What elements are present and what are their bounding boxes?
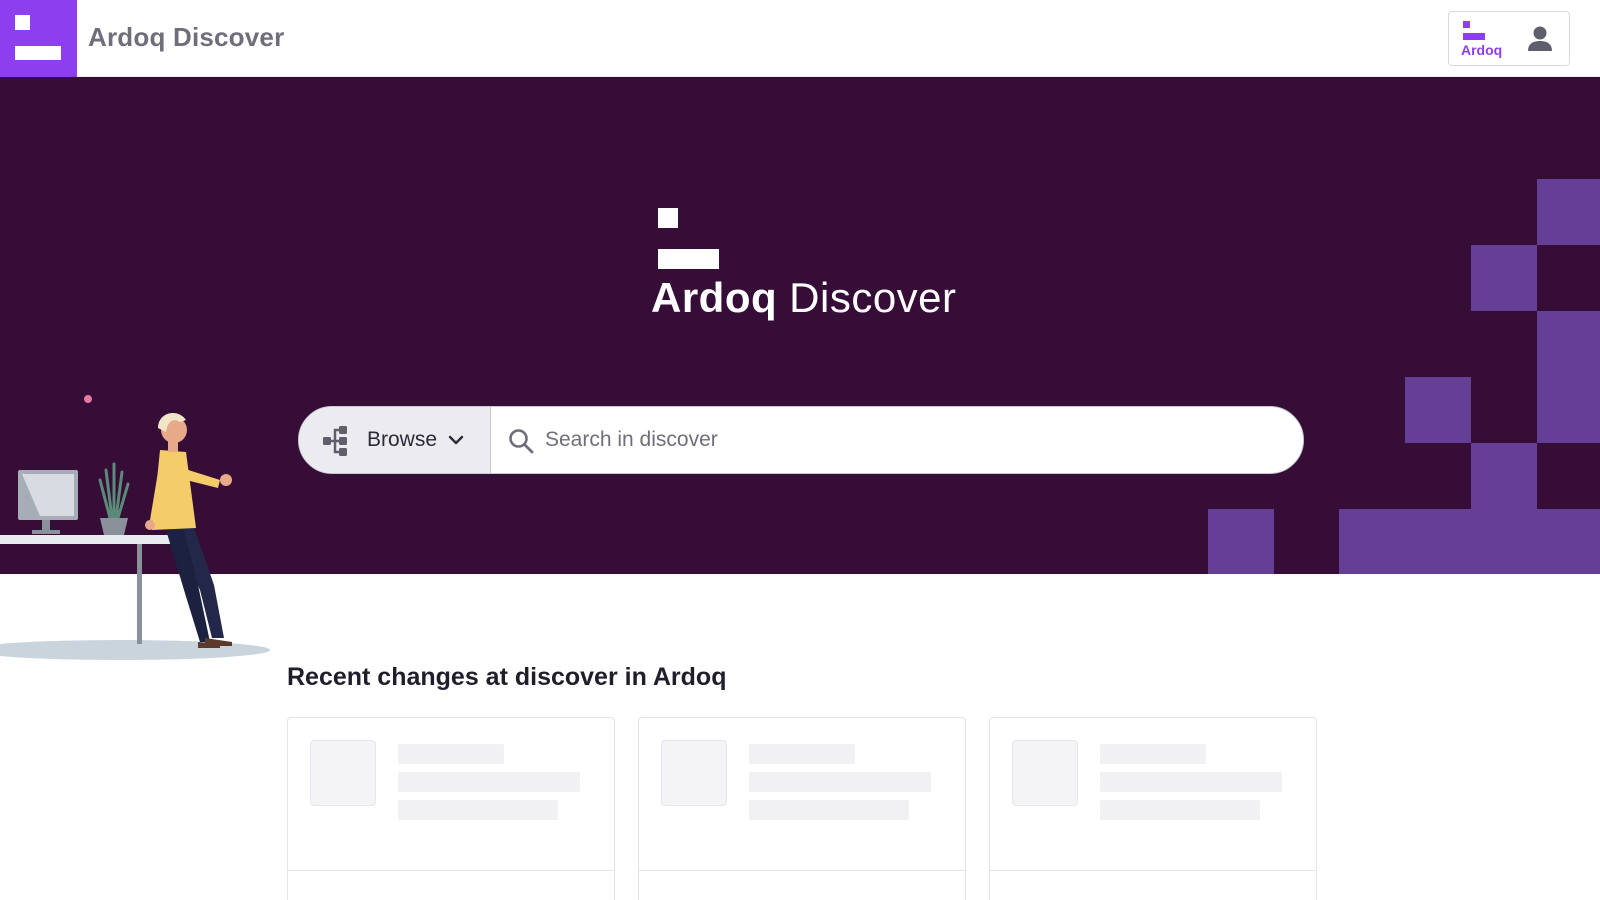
recent-change-card[interactable] [287, 717, 615, 900]
hero-title: Ardoq Discover [651, 274, 957, 322]
logo-bar [15, 46, 61, 60]
decor-pixel [1537, 377, 1600, 443]
decor-pixel [1537, 509, 1600, 574]
hierarchy-icon [323, 426, 347, 456]
hero-title-product: Discover [789, 274, 957, 321]
ardoq-logo[interactable] [0, 0, 77, 77]
search-icon [509, 429, 534, 454]
skeleton-line [749, 744, 855, 764]
search-input[interactable] [545, 419, 1265, 461]
person-at-desk-illustration [0, 395, 270, 660]
header-actions: Ardoq [1448, 11, 1570, 66]
card-thumbnail-placeholder [1012, 740, 1078, 806]
browse-dropdown-button[interactable]: Browse [299, 407, 491, 473]
decor-pixel [1537, 311, 1600, 377]
decor-pixel [1471, 443, 1537, 509]
search-bar: Browse [298, 406, 1304, 474]
ardoq-mini-logo-bar [1463, 33, 1485, 40]
app-title[interactable]: Ardoq Discover [88, 22, 284, 53]
card-divider [639, 870, 965, 871]
hero-logo: Ardoq Discover [651, 208, 991, 328]
card-thumbnail-placeholder [310, 740, 376, 806]
decor-pixel [1471, 245, 1537, 311]
decor-pixel [1471, 509, 1537, 574]
user-icon [1528, 26, 1552, 51]
recent-change-card[interactable] [989, 717, 1317, 900]
decor-pixel [1208, 509, 1274, 574]
hero-logo-square [658, 208, 678, 228]
ardoq-switch-label: Ardoq [1461, 42, 1503, 58]
hero-title-brand: Ardoq [651, 274, 778, 321]
skeleton-line [398, 800, 558, 820]
recent-change-card[interactable] [638, 717, 966, 900]
skeleton-line [398, 772, 580, 792]
browse-label: Browse [367, 428, 438, 451]
recent-changes-title: Recent changes at discover in Ardoq [287, 663, 727, 691]
skeleton-line [749, 800, 909, 820]
card-thumbnail-placeholder [661, 740, 727, 806]
skeleton-line [749, 772, 931, 792]
hero-logo-bar [658, 249, 719, 269]
ardoq-app-switch-button[interactable]: Ardoq [1457, 18, 1507, 60]
decor-pixel [1405, 509, 1471, 574]
decor-pixel [1405, 377, 1471, 443]
decor-pixel [1537, 179, 1600, 245]
ardoq-mini-logo-square [1463, 21, 1470, 28]
logo-square [15, 15, 30, 30]
chevron-down-icon [448, 435, 464, 445]
decor-pixel [1339, 509, 1405, 574]
card-divider [288, 870, 614, 871]
skeleton-line [1100, 772, 1282, 792]
card-divider [990, 870, 1316, 871]
top-bar: Ardoq Discover Ardoq [0, 0, 1600, 77]
user-menu-button[interactable] [1523, 22, 1557, 56]
skeleton-line [1100, 800, 1260, 820]
skeleton-line [1100, 744, 1206, 764]
skeleton-line [398, 744, 504, 764]
